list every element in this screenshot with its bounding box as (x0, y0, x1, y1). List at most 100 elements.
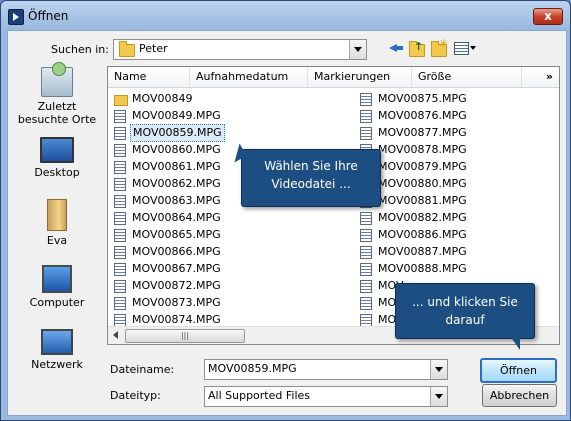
folder-icon (119, 41, 135, 57)
folder-icon (114, 95, 128, 106)
video-file-icon (360, 110, 372, 123)
place-label: Zuletzt besuchte Orte (17, 100, 97, 126)
video-file-icon (114, 246, 126, 259)
file-name: MOV00861.MPG (132, 160, 221, 173)
file-name: MOV00877.MPG (378, 126, 467, 139)
column-date[interactable]: Aufnahmedatum (190, 67, 308, 87)
video-file-icon (114, 195, 126, 208)
file-name: MOV00860.MPG (132, 143, 221, 156)
filetype-value: All Supported Files (208, 389, 311, 402)
place-computer[interactable]: Computer (12, 265, 102, 309)
file-name: MOV00872.MPG (132, 279, 221, 292)
scroll-thumb[interactable]: ||| (125, 329, 245, 343)
file-name: MOV00864.MPG (132, 211, 221, 224)
file-name: MOV00888.MPG (378, 262, 467, 275)
file-name: MOV00875.MPG (378, 92, 467, 105)
video-file-icon (114, 229, 126, 242)
file-name: MOV00863.MPG (132, 194, 221, 207)
video-file-icon (114, 144, 126, 157)
video-file-icon (114, 280, 126, 293)
video-file-icon (114, 161, 126, 174)
file-name: MOV00878.MPG (378, 143, 467, 156)
column-name[interactable]: Name (108, 67, 190, 87)
lookin-dropdown[interactable]: Peter (113, 39, 367, 60)
video-file-icon (114, 212, 126, 225)
callout-click-open: ... und klicken Sie darauf (395, 283, 535, 350)
video-file-icon (114, 263, 126, 276)
file-name: MOV00866.MPG (132, 245, 221, 258)
video-file-icon (114, 297, 126, 310)
file-name: MOV00873.MPG (132, 296, 221, 309)
user-folder-icon (47, 199, 67, 231)
chevron-down-icon[interactable] (430, 387, 447, 406)
up-folder-button[interactable]: ↑ (407, 40, 425, 57)
file-name: MOV00849 (132, 92, 193, 105)
app-icon (8, 9, 24, 25)
lookin-value: Peter (139, 42, 168, 55)
cancel-button[interactable]: Abbrechen (482, 384, 557, 407)
open-dialog: Öffnen x Suchen in: Peter ↑ ✳ Zuletzt be… (0, 0, 571, 421)
file-name: MOV00881.MPG (378, 194, 467, 207)
title-bar[interactable]: Öffnen x (1, 1, 570, 31)
filename-value: MOV00859.MPG (208, 362, 297, 375)
desktop-icon (40, 137, 74, 163)
file-name: MOV00859.MPG (130, 124, 225, 142)
file-name: MOV00867.MPG (132, 262, 221, 275)
open-button[interactable]: Öffnen (480, 358, 557, 383)
filetype-select[interactable]: All Supported Files (204, 386, 448, 407)
chevron-down-icon[interactable] (349, 40, 366, 59)
new-folder-button[interactable]: ✳ (429, 37, 449, 57)
places-bar: Zuletzt besuchte Orte Desktop Eva Comput… (12, 62, 102, 375)
video-file-icon (360, 127, 372, 140)
view-details-icon (454, 42, 469, 55)
video-file-icon (360, 263, 372, 276)
view-menu-button[interactable] (453, 40, 479, 56)
place-label: Desktop (34, 166, 80, 179)
place-recent[interactable]: Zuletzt besuchte Orte (12, 62, 102, 126)
place-label: Netzwerk (31, 358, 83, 371)
file-name: MOV00865.MPG (132, 228, 221, 241)
column-tags[interactable]: Markierungen (308, 67, 412, 87)
video-file-icon (360, 297, 372, 310)
dialog-client-area: Suchen in: Peter ↑ ✳ Zuletzt besuchte Or… (7, 30, 567, 416)
video-file-icon (114, 127, 126, 140)
sparkle-icon: ✳ (439, 37, 449, 50)
file-name: MOV00886.MPG (378, 228, 467, 241)
chevron-down-icon (470, 46, 476, 50)
place-network[interactable]: Netzwerk (12, 329, 102, 371)
video-file-icon (360, 246, 372, 259)
more-columns-icon[interactable]: » (546, 67, 553, 87)
recent-places-icon (41, 62, 73, 97)
video-file-icon (360, 280, 372, 293)
video-file-icon (360, 212, 372, 225)
place-user[interactable]: Eva (12, 199, 102, 247)
place-label: Computer (29, 296, 85, 309)
file-name: MOV00882.MPG (378, 211, 467, 224)
video-file-icon (360, 93, 372, 106)
file-name: MOV00880.MPG (378, 177, 467, 190)
back-button[interactable] (387, 40, 405, 56)
file-name: MOV00849.MPG (132, 109, 221, 122)
up-arrow-icon: ↑ (414, 40, 424, 53)
filename-label: Dateiname: (110, 363, 175, 376)
video-file-icon (114, 178, 126, 191)
place-label: Eva (46, 234, 68, 247)
lookin-label: Suchen in: (51, 43, 109, 56)
column-header: Name Aufnahmedatum Markierungen Größe » (108, 67, 559, 88)
scroll-left-icon[interactable] (113, 331, 118, 339)
filename-input[interactable]: MOV00859.MPG (204, 359, 448, 380)
file-name: MOV00862.MPG (132, 177, 221, 190)
video-file-icon (114, 110, 126, 123)
place-desktop[interactable]: Desktop (12, 137, 102, 179)
filetype-label: Dateityp: (110, 389, 161, 402)
file-name: MOV00876.MPG (378, 109, 467, 122)
window-title: Öffnen (28, 9, 69, 23)
network-icon (41, 329, 73, 355)
video-file-icon (360, 229, 372, 242)
file-name: MOV00879.MPG (378, 160, 467, 173)
callout-select-file: Wählen Sie Ihre Videodatei ... (241, 149, 381, 207)
computer-icon (42, 265, 72, 293)
column-size[interactable]: Größe (412, 67, 522, 87)
chevron-down-icon[interactable] (430, 360, 447, 379)
close-button[interactable]: x (533, 8, 563, 25)
